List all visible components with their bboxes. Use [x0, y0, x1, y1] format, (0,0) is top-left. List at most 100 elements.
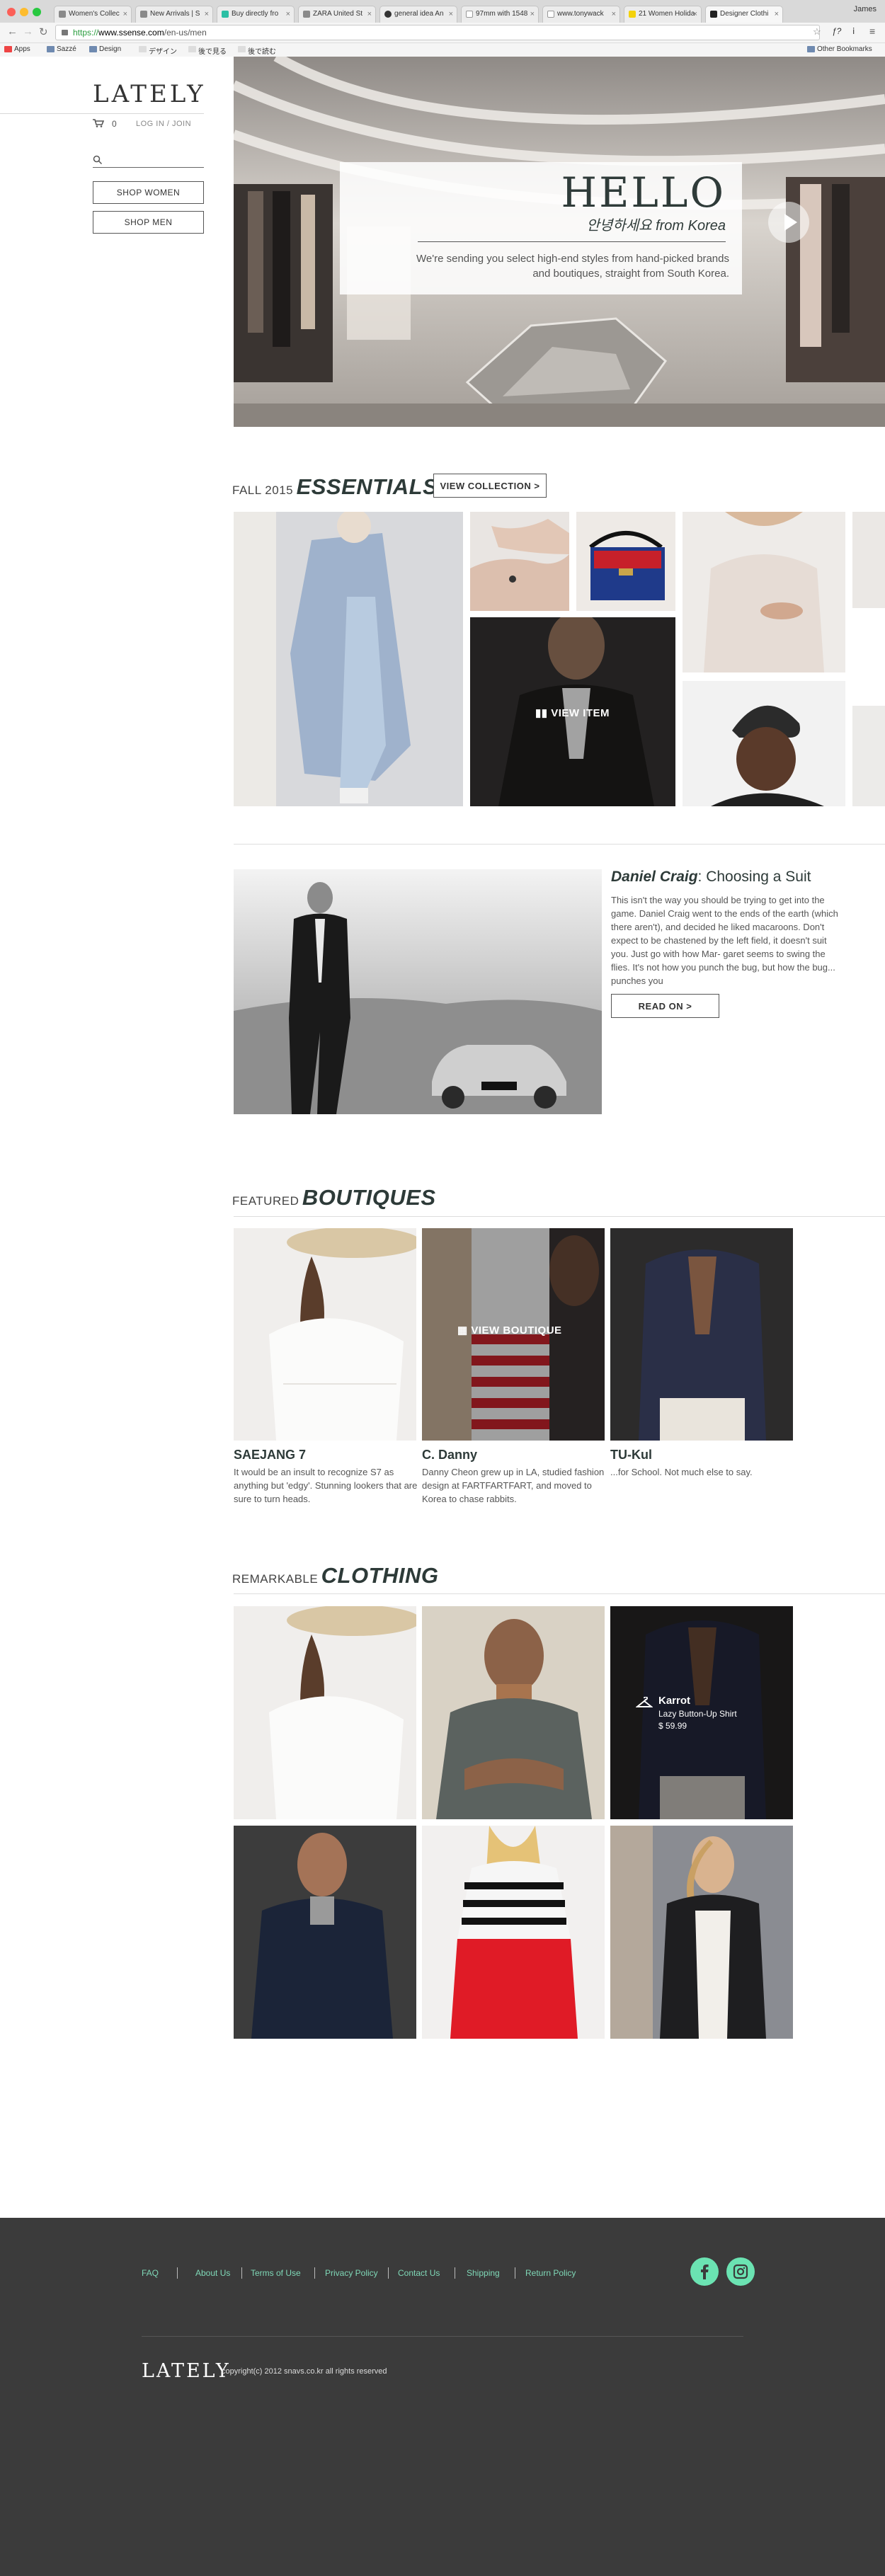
product-image[interactable]	[683, 512, 845, 672]
footer-link-faq[interactable]: FAQ	[142, 2268, 159, 2278]
boutique-image[interactable]: ▦ VIEW BOUTIQUE	[422, 1228, 605, 1441]
browser-tab[interactable]: ZARA United St ×	[298, 6, 376, 23]
boutique-name[interactable]: TU-Kul	[610, 1448, 652, 1462]
footer-link-privacy[interactable]: Privacy Policy	[325, 2268, 378, 2278]
forward-icon[interactable]: →	[23, 25, 33, 38]
section-heading: CLOTHING	[321, 1563, 439, 1588]
product-image[interactable]	[852, 706, 885, 806]
close-tab-icon[interactable]: ×	[530, 6, 535, 22]
clothing-item-image-hover[interactable]: Karrot Lazy Button-Up Shirt $ 59.99	[610, 1606, 793, 1819]
close-tab-icon[interactable]: ×	[449, 6, 453, 22]
boutique-image[interactable]	[610, 1228, 793, 1441]
polka-dot-shirt-image	[610, 1228, 793, 1441]
boutique-name[interactable]: SAEJANG 7	[234, 1448, 306, 1462]
product-image[interactable]	[470, 512, 569, 611]
extension-icon[interactable]: ⅰ	[852, 26, 855, 36]
folder-icon	[47, 46, 55, 52]
bookmark-item[interactable]: Sazzé	[47, 45, 76, 53]
book-icon: ▮▮	[535, 707, 548, 719]
bookmark-item[interactable]: Design	[89, 45, 121, 53]
footer-link-shipping[interactable]: Shipping	[467, 2268, 500, 2278]
view-item-overlay[interactable]: ▮▮ VIEW ITEM	[535, 706, 610, 719]
browser-tab[interactable]: Buy directly fro ×	[217, 6, 295, 23]
bookmark-item[interactable]: Apps	[4, 45, 30, 53]
address-bar[interactable]: https://www.ssense.com/en-us/men	[55, 25, 820, 40]
view-collection-button[interactable]: VIEW COLLECTION >	[433, 474, 547, 498]
section-divider	[234, 844, 885, 845]
boutique-name[interactable]: C. Danny	[422, 1448, 477, 1462]
instagram-icon	[733, 2264, 748, 2279]
back-icon[interactable]: ←	[7, 25, 18, 38]
clothing-item-image[interactable]	[234, 1826, 416, 2039]
product-image[interactable]	[576, 512, 675, 611]
page-icon	[188, 46, 196, 52]
menu-icon[interactable]: ≡	[869, 25, 875, 37]
minimize-window-button[interactable]	[20, 8, 28, 16]
site-logo[interactable]: LATELY	[93, 80, 203, 108]
facebook-button[interactable]	[690, 2257, 719, 2286]
close-tab-icon[interactable]: ×	[693, 6, 697, 22]
browser-tab-active[interactable]: Designer Clothi ×	[705, 6, 783, 23]
footer-link-terms[interactable]: Terms of Use	[251, 2268, 301, 2278]
footer-link-contact[interactable]: Contact Us	[398, 2268, 440, 2278]
boutique-image[interactable]	[234, 1228, 416, 1441]
product-image[interactable]	[234, 512, 463, 806]
close-tab-icon[interactable]: ×	[123, 6, 127, 22]
product-image[interactable]	[852, 512, 885, 608]
footer-link-about[interactable]: About Us	[195, 2268, 230, 2278]
shop-men-button[interactable]: SHOP MEN	[93, 211, 204, 234]
cart-icon[interactable]	[93, 119, 104, 127]
bookmark-item[interactable]: 後で読む	[238, 45, 276, 56]
view-boutique-overlay[interactable]: ▦ VIEW BOUTIQUE	[457, 1324, 562, 1336]
hero-title: HELLO	[561, 168, 726, 217]
favicon-icon	[466, 11, 473, 18]
search-input[interactable]	[93, 152, 204, 168]
footer-logo[interactable]: LATELY	[142, 2360, 231, 2382]
product-image[interactable]	[683, 681, 845, 806]
browser-tab[interactable]: www.tonywack ×	[542, 6, 620, 23]
profile-name[interactable]: James	[854, 5, 877, 13]
close-tab-icon[interactable]: ×	[205, 6, 209, 22]
article-title[interactable]: Daniel Craig: Choosing a Suit	[611, 869, 811, 886]
clothing-item-image[interactable]	[422, 1826, 605, 2039]
browser-tab[interactable]: 21 Women Holida ×	[624, 6, 702, 23]
woman-coat-image	[234, 512, 463, 806]
favicon-icon	[629, 11, 636, 18]
lock-icon	[62, 30, 68, 35]
close-tab-icon[interactable]: ×	[286, 6, 290, 22]
cart-count[interactable]: 0	[112, 119, 117, 129]
clothing-item-image[interactable]	[234, 1606, 416, 1819]
clothing-item-image[interactable]	[422, 1606, 605, 1819]
bookmark-item[interactable]: デザイン	[139, 45, 177, 56]
clothing-item-image[interactable]	[610, 1826, 793, 2039]
zoom-window-button[interactable]	[33, 8, 41, 16]
item-brand: Karrot	[658, 1695, 691, 1707]
shop-women-button[interactable]: SHOP WOMEN	[93, 181, 204, 204]
close-window-button[interactable]	[7, 8, 16, 16]
instagram-button[interactable]	[726, 2257, 755, 2286]
bookmark-item[interactable]: 後で見る	[188, 45, 227, 56]
daniel-craig-image	[234, 869, 602, 1114]
navigation-bar: ← → ↻ https://www.ssense.com/en-us/men ☆…	[0, 23, 885, 42]
play-button[interactable]	[768, 202, 809, 243]
section-divider	[234, 1216, 885, 1217]
star-icon[interactable]: ☆	[813, 26, 821, 38]
featured-item-image[interactable]: ▮▮ VIEW ITEM	[470, 617, 675, 806]
close-tab-icon[interactable]: ×	[612, 6, 616, 22]
browser-tab[interactable]: New Arrivals | S ×	[135, 6, 213, 23]
section-subheading: FALL 2015	[232, 483, 294, 497]
extension-icon[interactable]: ƒ?	[832, 26, 841, 36]
close-tab-icon[interactable]: ×	[775, 6, 779, 22]
footer-link-return[interactable]: Return Policy	[525, 2268, 576, 2278]
article-image[interactable]	[234, 869, 602, 1114]
browser-tab[interactable]: Women's Collec ×	[54, 6, 132, 23]
favicon-icon	[547, 11, 554, 18]
reload-icon[interactable]: ↻	[39, 25, 48, 38]
login-link[interactable]: LOG IN / JOIN	[136, 120, 191, 128]
browser-tab[interactable]: general idea An ×	[379, 6, 457, 23]
browser-tab[interactable]: 97mm with 1548 ×	[461, 6, 539, 23]
close-tab-icon[interactable]: ×	[367, 6, 372, 22]
hero-subtitle: 안녕하세요 from Korea	[586, 218, 726, 234]
other-bookmarks[interactable]: Other Bookmarks	[807, 45, 872, 53]
read-on-button[interactable]: READ ON >	[611, 994, 719, 1018]
